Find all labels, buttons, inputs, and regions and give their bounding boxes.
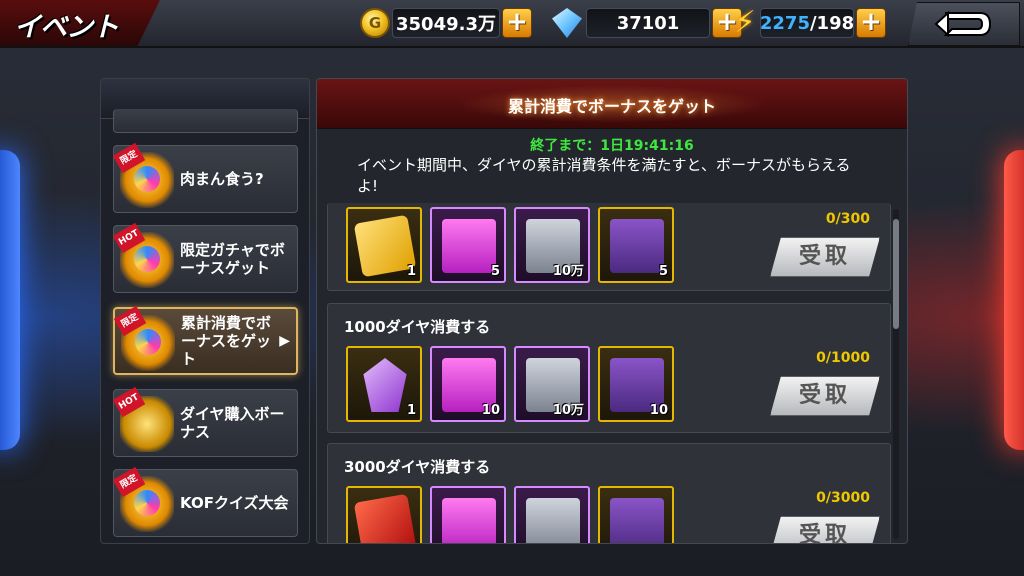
menu-item-label: 限定ガチャでボーナスゲット [180,241,285,277]
banner-title: 累計消費でボーナスをゲット [507,97,716,116]
back-button[interactable] [908,2,1020,46]
reward-item-safe[interactable] [514,486,590,543]
event-banner: 累計消費でボーナスをゲット [317,79,907,129]
stamina-current: 2275 [759,12,810,34]
reward-items: 1 10 10万 10 [346,346,674,422]
crystal-icon [363,358,407,412]
reward-item-treasure-chest[interactable]: 5 [598,207,674,283]
reward-items [346,486,674,543]
reward-item-safe[interactable]: 10万 [514,346,590,422]
coin-counter: G 35049.3万 + [360,6,532,40]
right-glow-decoration [1004,150,1024,450]
gift-box-icon [442,219,496,273]
treasure-chest-icon [610,219,664,273]
progress-count: 0/300 [825,211,870,227]
claim-button[interactable]: 受取 [770,376,880,416]
gem-value: 37101 [586,8,710,38]
menu-item-kof-quiz[interactable]: 限定 KOFクイズ大会 [112,466,298,537]
countdown-timer: 終了まで：1日19:41:16 [530,138,694,154]
menu-item-label: ダイヤ購入ボーナス [180,405,285,441]
progress-count: 0/3000 [816,490,870,506]
menu-item-diamond-purchase[interactable]: HOT ダイヤ購入ボーナス [112,386,298,457]
event-screen: イベント G 35049.3万 + 37101 + ⚡ 2275/198 + 限… [0,0,1024,576]
safe-icon [526,498,580,543]
reward-item-lr-ticket[interactable] [346,486,422,543]
reward-qty: 10 [649,403,668,418]
reward-qty: 5 [658,264,668,279]
gift-box-icon [442,498,496,543]
gem-counter: 37101 + [552,6,742,40]
reward-qty: 1 [406,403,416,418]
add-stamina-button[interactable]: + [856,8,886,38]
reward-row: 3000ダイヤ消費する 0/3000 受取 [327,443,891,543]
left-glow-decoration [0,150,20,450]
treasure-chest-icon [610,498,664,543]
lr-ticket-icon [353,493,417,543]
scrollbar[interactable] [893,209,899,539]
reward-item-safe[interactable]: 10万 [514,207,590,283]
page-title: イベント [14,12,119,43]
menu-item-label: 肉まん食う? [180,170,264,188]
reward-qty: 10万 [552,403,584,418]
reward-qty: 10 [481,403,500,418]
lightning-bolt-icon: ⚡ [734,5,756,40]
reward-item-crystal[interactable]: 1 [346,346,422,422]
stamina-value: 2275/198 [760,8,854,38]
add-coins-button[interactable]: + [502,8,532,38]
row-title: 1000ダイヤ消費する [344,318,491,336]
menu-item-limited-gacha[interactable]: HOT 限定ガチャでボーナスゲット [112,222,298,293]
menu-item-label: 累計消費でボーナスをゲット [181,314,272,368]
progress-count: 0/1000 [816,350,870,366]
reward-qty: 10万 [552,264,584,279]
event-detail-panel: 累計消費でボーナスをゲット 終了まで：1日19:41:16 イベント期間中、ダイ… [316,78,908,544]
back-arrow-icon [934,10,992,38]
selected-arrow-icon: ▶ [279,333,290,349]
reward-item-treasure-chest[interactable]: 10 [598,346,674,422]
coin-value: 35049.3万 [392,8,500,38]
claim-button[interactable]: 受取 [770,516,880,543]
stamina-counter: ⚡ 2275/198 + [732,6,886,40]
menu-item-label: KOFクイズ大会 [180,494,289,512]
reward-row: 1 5 10万 5 0/300 受取 [327,203,891,291]
reward-item-ur-ticket[interactable]: 1 [346,207,422,283]
reward-qty: 5 [490,264,500,279]
event-list-panel: 限定 肉まん食う? HOT 限定ガチャでボーナスゲット 限定 累計消費でボーナス… [100,78,310,544]
menu-item-nikuman[interactable]: 限定 肉まん食う? [112,142,298,213]
reward-qty: 1 [406,264,416,279]
row-title: 3000ダイヤ消費する [344,458,491,476]
diamond-icon [552,8,582,38]
reward-item-gift-box[interactable] [430,486,506,543]
reward-items: 1 5 10万 5 [346,207,674,283]
stamina-max: /198 [809,12,855,34]
coin-icon: G [360,8,390,38]
scroll-thumb[interactable] [893,219,899,329]
reward-item-treasure-chest[interactable] [598,486,674,543]
claim-button[interactable]: 受取 [770,237,880,277]
reward-item-gift-box[interactable]: 10 [430,346,506,422]
menu-item-partial[interactable] [113,109,298,133]
reward-item-gift-box[interactable]: 5 [430,207,506,283]
top-bar: イベント G 35049.3万 + 37101 + ⚡ 2275/198 + [0,0,1024,48]
reward-row: 1000ダイヤ消費する 1 10 10万 10 0/1000 受取 [327,303,891,433]
menu-item-cumulative-spend[interactable]: 限定 累計消費でボーナスをゲット ▶ [113,305,298,375]
event-description: イベント期間中、ダイヤの累計消費条件を満たすと、ボーナスがもらえるよ! [357,156,851,195]
